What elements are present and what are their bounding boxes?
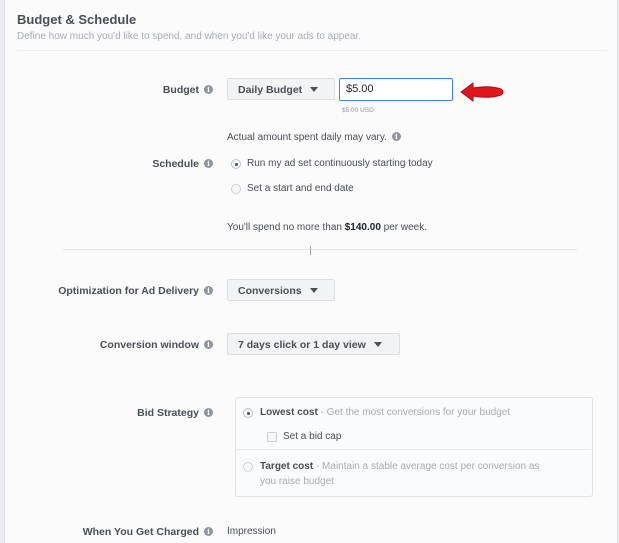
chevron-down-icon <box>310 87 319 92</box>
lowest-cost-title: Lowest cost <box>260 407 318 418</box>
schedule-continuous-label[interactable]: Run my ad set continuously starting toda… <box>247 158 433 169</box>
section-divider <box>63 249 577 250</box>
charged-value: Impression <box>227 526 276 537</box>
conversion-window-label: Conversion window i <box>100 339 213 351</box>
schedule-continuous-radio[interactable] <box>231 159 241 169</box>
charged-label-text: When You Get Charged <box>82 526 199 538</box>
optimization-label: Optimization for Ad Delivery i <box>58 285 213 297</box>
info-icon[interactable]: i <box>204 408 213 417</box>
conversion-window-label-text: Conversion window <box>99 339 199 351</box>
schedule-dates-radio[interactable] <box>231 184 241 194</box>
charged-label: When You Get Charged i <box>83 526 213 538</box>
budget-label: Budget i <box>163 84 213 96</box>
text-cursor-icon <box>310 246 311 255</box>
chevron-down-icon <box>373 342 382 347</box>
bid-strategy-label-text: Bid Strategy <box>137 407 199 419</box>
summary-amount: $140.00 <box>344 222 381 233</box>
target-cost-option[interactable]: Target cost - Maintain a stable average … <box>260 461 539 472</box>
header-divider <box>17 50 607 51</box>
section-subtitle: Define how much you'd like to spend, and… <box>17 31 362 42</box>
budget-schedule-panel: Budget & Schedule Define how much you'd … <box>4 0 618 543</box>
section-title: Budget & Schedule <box>17 12 137 27</box>
target-cost-desc: - Maintain a stable average cost per con… <box>313 461 540 472</box>
schedule-label-text: Schedule <box>152 158 199 170</box>
budget-note-text: Actual amount spent daily may vary. <box>227 132 387 143</box>
budget-type-dropdown[interactable]: Daily Budget <box>227 78 335 100</box>
bid-cap-checkbox[interactable] <box>267 432 277 442</box>
bid-cap-label[interactable]: Set a bid cap <box>283 431 341 442</box>
lowest-cost-radio[interactable] <box>243 408 253 418</box>
optimization-dropdown[interactable]: Conversions <box>227 279 335 301</box>
schedule-label: Schedule i <box>152 158 213 170</box>
weekly-spend-summary: You'll spend no more than $140.00 per we… <box>227 222 427 233</box>
optimization-value: Conversions <box>238 285 302 297</box>
summary-prefix: You'll spend no more than <box>227 222 345 233</box>
red-arrow-annotation <box>460 82 504 102</box>
info-icon[interactable]: i <box>204 85 213 94</box>
info-icon[interactable]: i <box>204 159 213 168</box>
budget-converted-amount: $5.00 USD <box>342 107 374 114</box>
budget-type-value: Daily Budget <box>238 84 303 96</box>
budget-amount-input[interactable]: $5.00 <box>339 78 453 101</box>
info-icon[interactable]: i <box>204 527 213 536</box>
info-icon[interactable]: i <box>204 286 213 295</box>
summary-suffix: per week. <box>380 222 428 233</box>
bid-strategy-separator <box>235 449 591 450</box>
info-icon[interactable]: i <box>391 132 401 141</box>
conversion-window-dropdown[interactable]: 7 days click or 1 day view <box>227 333 400 355</box>
chevron-down-icon <box>309 288 318 293</box>
schedule-dates-label[interactable]: Set a start and end date <box>247 183 354 194</box>
optimization-label-text: Optimization for Ad Delivery <box>58 285 199 297</box>
target-cost-desc-line2: you raise budget <box>260 476 334 487</box>
budget-note: Actual amount spent daily may vary. i <box>227 132 401 143</box>
bid-strategy-label: Bid Strategy i <box>137 407 213 419</box>
budget-label-text: Budget <box>162 84 199 96</box>
target-cost-radio[interactable] <box>243 462 253 472</box>
info-icon[interactable]: i <box>204 340 213 349</box>
lowest-cost-desc: - Get the most conversions for your budg… <box>317 407 511 418</box>
conversion-window-value: 7 days click or 1 day view <box>238 339 366 351</box>
lowest-cost-option[interactable]: Lowest cost - Get the most conversions f… <box>260 407 510 418</box>
target-cost-title: Target cost <box>260 461 314 472</box>
